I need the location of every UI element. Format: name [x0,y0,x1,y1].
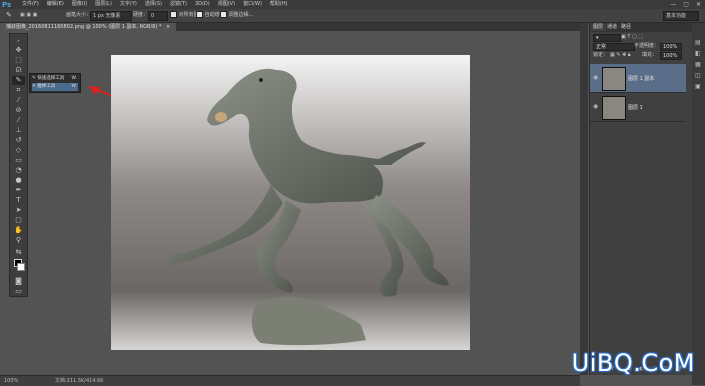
visibility-eye-icon[interactable]: ◉ [593,103,598,110]
flyout-item-magic-wand[interactable]: ✶ 魔棒工具 W [32,83,78,91]
opacity-label: 不透明度： [634,43,660,49]
menu-window[interactable]: 窗口(W) [239,0,266,9]
menu-items: 文件(F) 编辑(E) 图像(I) 图层(L) 文字(Y) 选择(S) 滤镜(T… [18,0,292,9]
layer-name[interactable]: 图层 1 副本 [628,75,654,82]
flying-horse-image [111,55,470,350]
layer-filter-row: ▾ ▣ T ▢ ⬚ [593,34,687,42]
zoom-level[interactable]: 100% [4,377,18,385]
document-size[interactable]: 文档:211.5K/414.6K [55,377,104,385]
move-tool-icon[interactable]: ✥ [12,46,25,55]
background-color-swatch[interactable] [17,263,25,271]
brush-tool-icon[interactable]: ⁄ [12,116,25,125]
magic-wand-icon: ✶ [32,84,36,89]
menu-filter[interactable]: 滤镜(T) [166,0,191,9]
layer-row[interactable]: ◉ 图层 1 [590,93,686,122]
panel-tabs: 图层 通道 路径 [590,23,692,32]
selection-mode-icons[interactable]: ▣ ▣ ▣ [20,11,37,19]
menu-layer[interactable]: 图层(L) [91,0,116,9]
menu-3d[interactable]: 3D(D) [191,0,214,9]
screen-mode-icon[interactable]: ▭ [12,287,25,296]
layer-name[interactable]: 图层 1 [628,104,643,111]
lock-icons[interactable]: ▦ ✎ ✥ 🔒︎ [610,52,631,58]
dodge-tool-icon[interactable]: ● [12,176,25,185]
healing-brush-tool-icon[interactable]: ⊘ [12,106,25,115]
default-colors-icon[interactable]: ⇆ [12,248,25,257]
menu-view[interactable]: 视图(V) [214,0,239,9]
zoom-tool-icon[interactable]: ⚲ [12,236,25,245]
document-canvas[interactable] [111,55,470,350]
options-bar: ✎ ▣ ▣ ▣ 画笔大小： 1 px 无像素 硬度： 0 对所有图层 自动增强 … [0,9,705,23]
history-brush-tool-icon[interactable]: ↺ [12,136,25,145]
minimize-button[interactable]: — [670,0,676,9]
menu-type[interactable]: 文字(Y) [116,0,141,9]
hand-tool-icon[interactable]: ✋ [12,226,25,235]
refine-edge-label: 调整边缘... [228,12,254,18]
right-tool-strip: ▤ ◧ ▦ ◫ ▣ [692,23,705,385]
panel-collapse-strip [580,23,588,375]
eraser-tool-icon[interactable]: ◇ [12,146,25,155]
hardness-field[interactable]: 0 [148,11,168,21]
brush-size-field[interactable]: 1 px 无像素 [90,11,132,21]
close-button[interactable]: ✕ [696,0,701,9]
opacity-field[interactable]: 100% [660,43,682,51]
eyedropper-tool-icon[interactable]: ⁄ [12,96,25,105]
document-tab-label: 捕获图像_20160811160802.png @ 100% (图层 1 副本,… [6,24,162,30]
crop-tool-icon[interactable]: ⌗ [12,86,25,95]
flyout-item-shortcut: W [71,76,76,81]
layers-panel: 图层 通道 路径 ▾ ▣ T ▢ ⬚ 正常 不透明度： 100% 锁定： ▦ ✎… [589,23,692,375]
maximize-button[interactable]: ▢ [683,0,689,9]
panel-grip-icon[interactable]: » [12,36,25,45]
filter-kind-dropdown[interactable]: ▾ [593,34,621,42]
type-tool-icon[interactable]: T [12,196,25,205]
menu-edit[interactable]: 编辑(E) [43,0,68,9]
workspace-switcher[interactable]: 基本功能 [663,11,699,21]
menu-image[interactable]: 图像(I) [68,0,91,9]
layer-thumbnail [602,67,626,91]
flyout-item-label: 魔棒工具 [37,84,56,89]
tool-flyout-menu: ✎ 快速选择工具 W ✶ 魔棒工具 W [29,73,81,93]
shape-tool-icon[interactable]: ▢ [12,216,25,225]
layer-thumbnail [602,96,626,120]
blur-tool-icon[interactable]: ◔ [12,166,25,175]
lock-label: 锁定： [593,52,609,58]
gradient-tool-icon[interactable]: ▭ [12,156,25,165]
close-tab-icon[interactable]: × [166,24,170,30]
status-bar: 100% 文档:211.5K/414.6K [0,375,580,386]
color-swatches[interactable] [12,259,25,271]
filter-icons[interactable]: ▣ T ▢ ⬚ [621,34,643,40]
marquee-tool-icon[interactable]: ⬚ [12,56,25,65]
hardness-label: 硬度： [133,12,149,18]
menu-help[interactable]: 帮助(H) [266,0,292,9]
menu-bar: Ps 文件(F) 编辑(E) 图像(I) 图层(L) 文字(Y) 选择(S) 滤… [0,0,705,9]
flyout-item-quick-selection[interactable]: ✎ 快速选择工具 W [32,75,78,83]
window-controls: — ▢ ✕ [670,0,701,9]
flyout-item-label: 快速选择工具 [37,76,65,81]
fill-field[interactable]: 100% [660,52,682,60]
refine-edge-button[interactable]: 调整边缘... [220,11,253,19]
flyout-item-shortcut: W [71,84,76,89]
lasso-tool-icon[interactable]: ᘏ [12,66,25,75]
path-selection-tool-icon[interactable]: ➤ [12,206,25,215]
layer-row-copy[interactable]: ◉ 图层 1 副本 [590,64,686,93]
tab-paths[interactable]: 路径 [618,24,634,31]
tools-panel: » ✥ ⬚ ᘏ ✎ ⌗ ⁄ ⊘ ⁄ ⊥ ↺ ◇ ▭ ◔ ● ✒ T ➤ ▢ ✋ … [9,33,28,297]
brush-size-label: 画笔大小： [66,12,92,18]
menu-file[interactable]: 文件(F) [18,0,43,9]
site-watermark: UiBQ.CoM [571,349,695,377]
blend-mode-dropdown[interactable]: 正常 [593,43,635,51]
quick-selection-tool-icon[interactable]: ✎ [6,11,12,19]
photoshop-logo: Ps [2,1,12,9]
quick-mask-icon[interactable]: ◙ [12,277,25,286]
quick-selection-icon: ✎ [32,76,36,81]
quick-selection-tool-icon[interactable]: ✎ [12,76,25,85]
visibility-eye-icon[interactable]: ◉ [593,74,598,81]
panel-icons[interactable]: ▤ ◧ ▦ ◫ ▣ [695,37,701,92]
menu-select[interactable]: 选择(S) [141,0,166,9]
clone-stamp-tool-icon[interactable]: ⊥ [12,126,25,135]
fill-label: 填充： [642,52,658,58]
pen-tool-icon[interactable]: ✒ [12,186,25,195]
document-tab[interactable]: 捕获图像_20160811160802.png @ 100% (图层 1 副本,… [0,23,177,31]
